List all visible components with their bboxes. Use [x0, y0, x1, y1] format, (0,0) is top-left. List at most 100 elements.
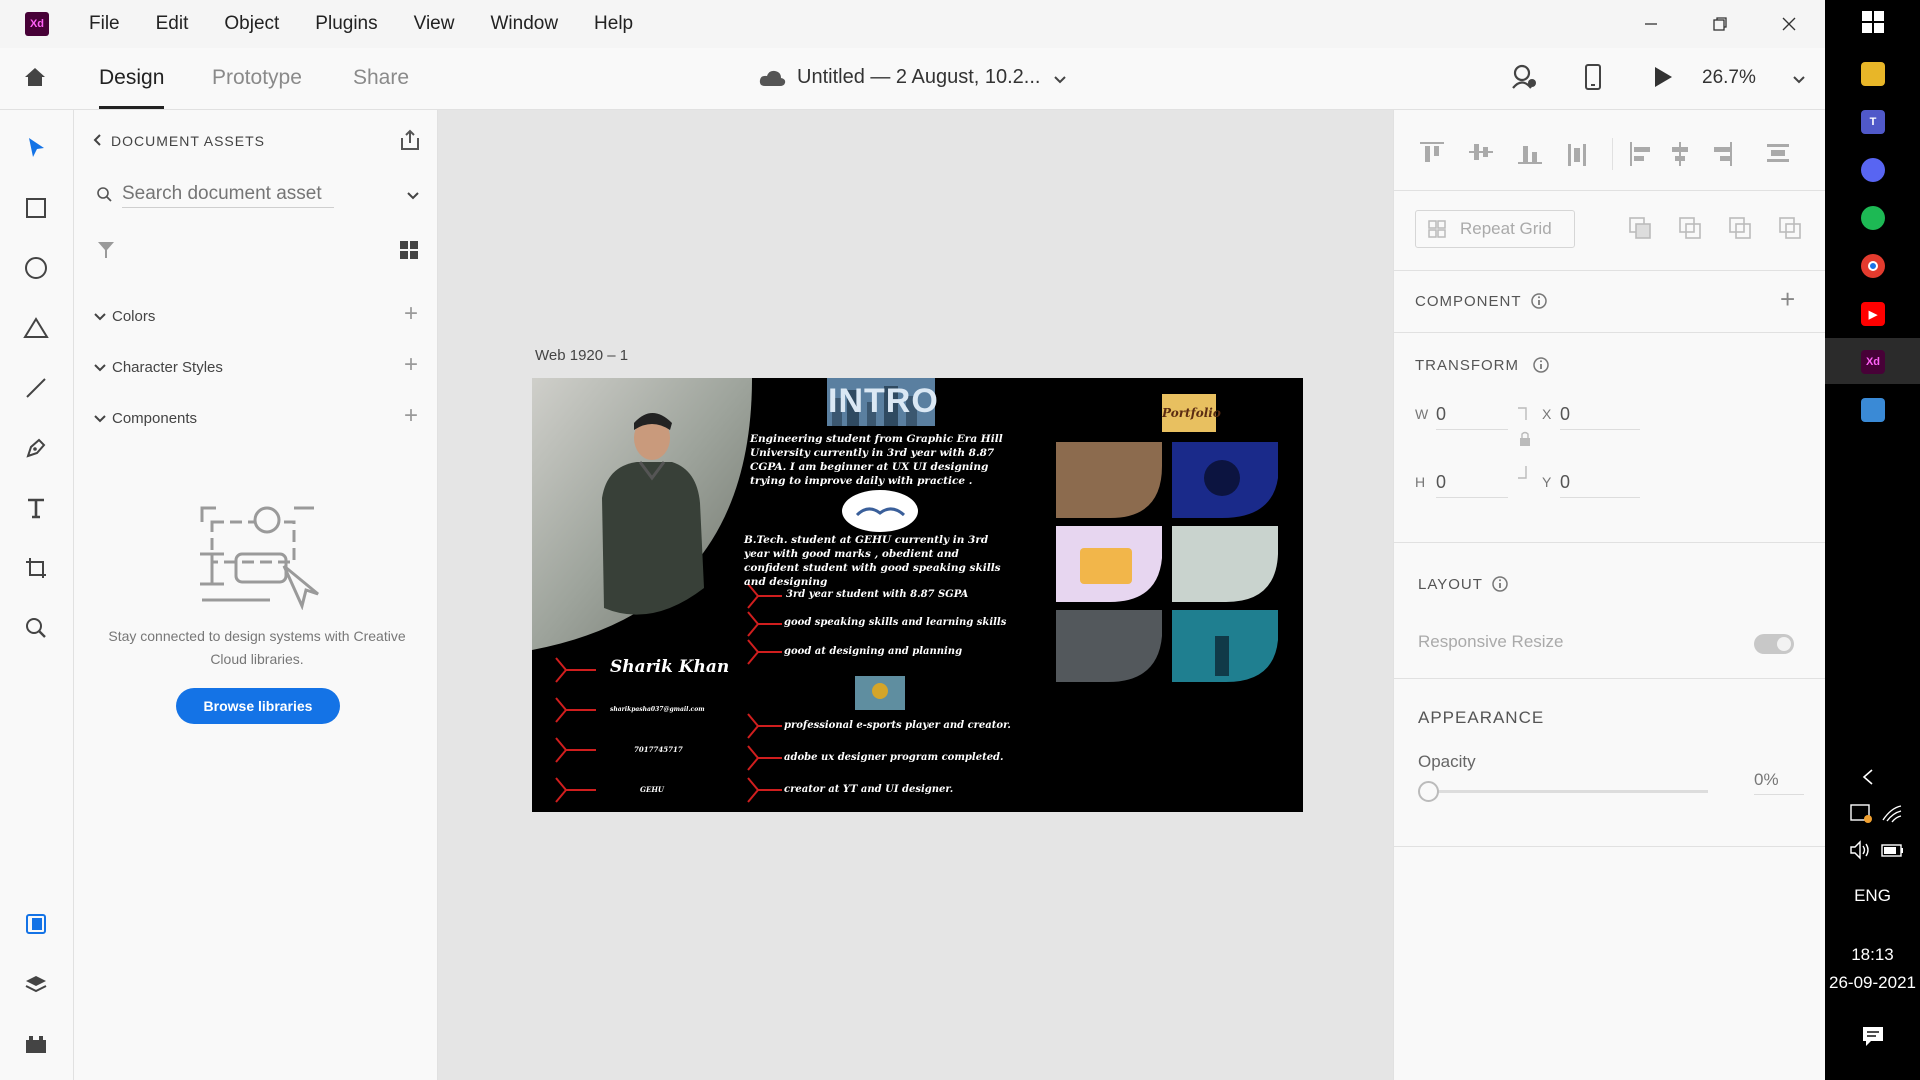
pointer-icon: [29, 138, 44, 157]
zoom-level[interactable]: 26.7%: [1702, 67, 1756, 89]
artboard-tool[interactable]: [20, 552, 52, 584]
layers-button[interactable]: [20, 968, 52, 1000]
triangle-icon: [23, 317, 49, 338]
chevron-left-icon[interactable]: [1861, 768, 1875, 791]
chevron-down-icon[interactable]: [1053, 72, 1067, 90]
discord-icon[interactable]: [1861, 158, 1885, 182]
info-icon[interactable]: [1532, 356, 1550, 379]
chevron-down-icon[interactable]: [94, 410, 106, 428]
wifi-icon[interactable]: [1881, 802, 1903, 829]
width-input[interactable]: [1436, 400, 1508, 430]
zoom-tool[interactable]: [20, 612, 52, 644]
user-icon: [1512, 64, 1536, 89]
repeat-grid-button[interactable]: Repeat Grid: [1415, 210, 1575, 248]
menu-window[interactable]: Window: [490, 13, 558, 35]
restore-button[interactable]: [1706, 10, 1734, 38]
pen-tool[interactable]: [20, 432, 52, 464]
menu-edit[interactable]: Edit: [156, 13, 189, 35]
menu-file[interactable]: File: [89, 13, 120, 35]
opacity-value[interactable]: 0%: [1754, 770, 1804, 795]
chevron-down-icon[interactable]: [94, 308, 106, 326]
opacity-slider-track[interactable]: [1428, 790, 1708, 793]
intro-heading: INTRO: [828, 382, 939, 420]
grid-view-button[interactable]: [399, 240, 419, 265]
name-text: Sharik Khan: [610, 657, 730, 677]
text-tool[interactable]: [20, 492, 52, 524]
spotify-icon[interactable]: [1861, 206, 1885, 230]
minimize-button[interactable]: [1637, 10, 1665, 38]
chrome-icon[interactable]: [1861, 254, 1885, 278]
filter-button[interactable]: [96, 240, 116, 265]
device-preview-button[interactable]: [1584, 63, 1602, 96]
rectangle-icon: [26, 198, 46, 218]
share-icon: [401, 129, 419, 150]
align-toolbar: [1420, 138, 1789, 170]
clock-time[interactable]: 18:13: [1825, 945, 1920, 965]
info-icon[interactable]: [1491, 575, 1509, 598]
add-component-button[interactable]: +: [404, 402, 418, 430]
clock-date[interactable]: 26-09-2021: [1825, 973, 1920, 993]
repeat-grid-icon: [1428, 220, 1446, 238]
ellipse-tool[interactable]: [20, 252, 52, 284]
assets-search-input[interactable]: [122, 180, 334, 208]
zoom-dropdown-icon[interactable]: [1792, 72, 1806, 90]
section-components[interactable]: Components: [112, 410, 197, 427]
add-component-plus[interactable]: +: [1780, 284, 1795, 315]
home-icon: [25, 68, 45, 86]
file-explorer-icon[interactable]: [1861, 62, 1885, 86]
youtube-icon[interactable]: ▶: [1861, 302, 1885, 326]
opacity-slider-handle[interactable]: [1418, 781, 1439, 802]
onedrive-sync-icon[interactable]: [1849, 802, 1873, 829]
tab-share[interactable]: Share: [353, 66, 409, 90]
tab-prototype[interactable]: Prototype: [212, 66, 302, 90]
chevron-down-icon[interactable]: [94, 359, 106, 377]
document-title[interactable]: Untitled — 2 August, 10.2...: [797, 66, 1040, 89]
artboard-label[interactable]: Web 1920 – 1: [535, 347, 628, 364]
responsive-resize-toggle[interactable]: [1754, 634, 1794, 654]
section-colors[interactable]: Colors: [112, 308, 155, 325]
menu-object[interactable]: Object: [224, 13, 279, 35]
notification-center-icon[interactable]: [1861, 1025, 1885, 1052]
back-chevron-icon[interactable]: [92, 133, 102, 152]
y-label: Y: [1542, 474, 1552, 490]
share-assets-button[interactable]: [398, 128, 422, 157]
height-input[interactable]: [1436, 468, 1508, 498]
section-character-styles[interactable]: Character Styles: [112, 359, 223, 376]
close-button[interactable]: [1775, 10, 1803, 38]
lock-aspect-icon[interactable]: [1512, 406, 1532, 482]
x-input[interactable]: [1560, 400, 1640, 430]
responsive-resize-label: Responsive Resize: [1418, 632, 1564, 651]
adobe-xd-taskbar-icon[interactable]: Xd: [1861, 350, 1885, 374]
ellipse-icon: [25, 257, 47, 279]
search-options-chevron-icon[interactable]: [406, 188, 420, 206]
teams-icon[interactable]: T: [1861, 110, 1885, 134]
photos-icon[interactable]: [1861, 398, 1885, 422]
rectangle-tool[interactable]: [20, 192, 52, 224]
cloud-icon: [758, 68, 786, 93]
plugins-button[interactable]: [20, 1028, 52, 1060]
y-input[interactable]: [1560, 468, 1640, 498]
artboard-web-1920-1[interactable]: INTRO Portfolio Engineering student from…: [532, 378, 1303, 812]
battery-icon[interactable]: [1881, 842, 1905, 863]
add-color-button[interactable]: +: [404, 300, 418, 328]
select-tool[interactable]: [20, 132, 52, 164]
menu-view[interactable]: View: [414, 13, 455, 35]
home-button[interactable]: [22, 64, 48, 95]
tab-design[interactable]: Design: [99, 66, 164, 90]
polygon-tool[interactable]: [20, 312, 52, 344]
preview-play-button[interactable]: [1652, 65, 1674, 94]
invite-user-button[interactable]: [1510, 63, 1538, 96]
artboard-icon: [26, 558, 46, 578]
line-tool[interactable]: [20, 372, 52, 404]
add-character-style-button[interactable]: +: [404, 351, 418, 379]
document-assets-button[interactable]: [20, 908, 52, 940]
bio-text: Engineering student from Graphic Era Hil…: [750, 433, 1003, 487]
menu-plugins[interactable]: Plugins: [315, 13, 377, 35]
language-indicator[interactable]: ENG: [1825, 886, 1920, 906]
windows-start-button[interactable]: [1861, 10, 1885, 34]
info-icon[interactable]: [1530, 292, 1548, 315]
browse-libraries-button[interactable]: Browse libraries: [176, 688, 340, 724]
volume-icon[interactable]: [1849, 840, 1873, 865]
menu-help[interactable]: Help: [594, 13, 633, 35]
design-canvas[interactable]: Web 1920 – 1 INTRO Portfolio Engineering…: [438, 110, 1393, 1080]
